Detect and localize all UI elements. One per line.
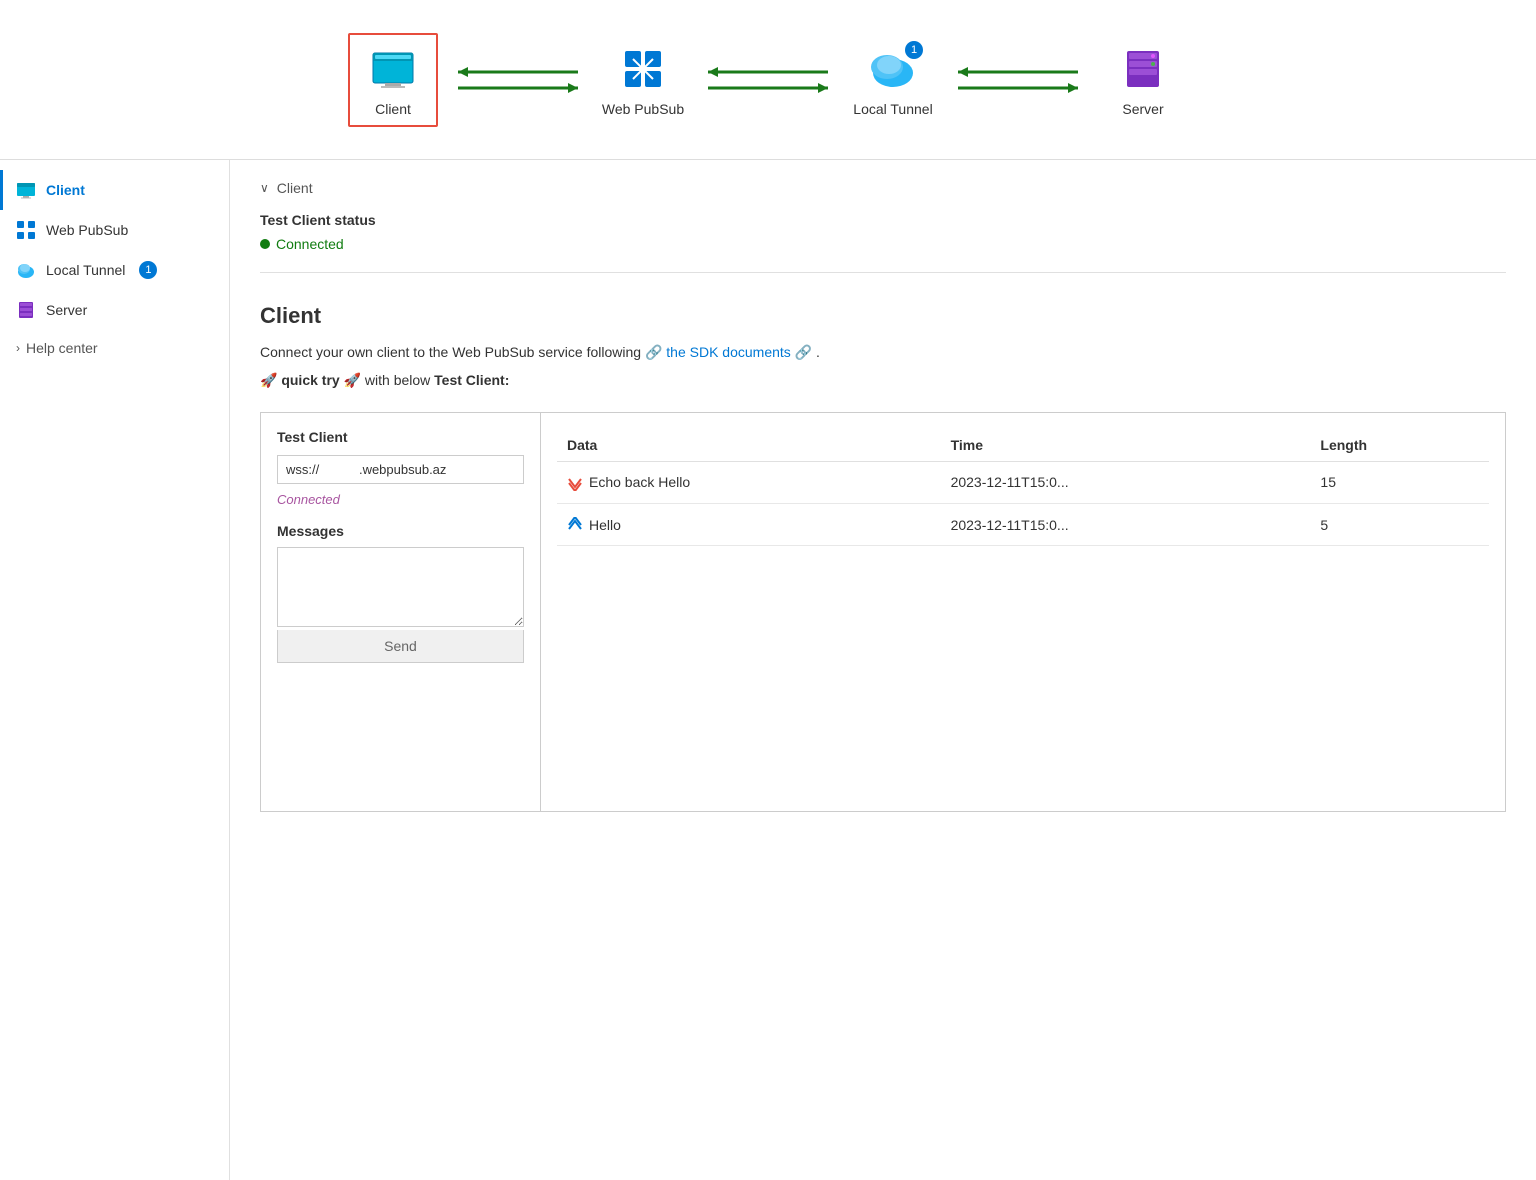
status-label: Test Client status (260, 212, 1506, 228)
desc-prefix: Connect your own client to the Web PubSu… (260, 344, 645, 360)
diagram-node-localtunnel[interactable]: 1 Local Tunnel (848, 43, 938, 117)
arrow-localtunnel-server (948, 60, 1088, 100)
table-cell-length: 5 (1310, 504, 1489, 546)
desc-line2-suffix: with below (365, 372, 434, 388)
client-icon (367, 43, 419, 95)
rocket-icon-1: 🚀 (260, 372, 277, 388)
main-layout: Client Web PubSub Local T (0, 160, 1536, 1180)
sidebar-item-client[interactable]: Client (0, 170, 229, 210)
diagram-client-label: Client (375, 101, 411, 117)
cell-data-text: Echo back Hello (589, 474, 690, 490)
section-chevron-icon: ∨ (260, 181, 269, 195)
test-client-panel: Test Client Connected Messages Send (261, 413, 541, 811)
desc-suffix: . (816, 344, 820, 360)
status-connected: Connected (260, 236, 1506, 252)
message-textarea[interactable] (277, 547, 524, 627)
table-cell-data: Echo back Hello (557, 461, 941, 503)
chain-icon-1: 🔗 (645, 344, 662, 360)
client-title: Client (260, 303, 1506, 329)
diagram-server-label: Server (1122, 101, 1163, 117)
sidebar-item-server[interactable]: Server (0, 290, 229, 330)
server-icon (1117, 43, 1169, 95)
sidebar-localtunnel-badge: 1 (139, 261, 157, 279)
quick-try-text: quick try (281, 372, 339, 388)
sidebar: Client Web PubSub Local T (0, 160, 230, 1180)
sidebar-webpubsub-label: Web PubSub (46, 222, 128, 238)
sidebar-item-webpubsub[interactable]: Web PubSub (0, 210, 229, 250)
sidebar-localtunnel-label: Local Tunnel (46, 262, 125, 278)
main-content: ∨ Client Test Client status Connected Cl… (230, 160, 1536, 1180)
sidebar-client-label: Client (46, 182, 85, 198)
test-client-bold: Test Client: (434, 372, 509, 388)
arrow-client-webpubsub (448, 60, 588, 100)
sidebar-webpubsub-icon (16, 220, 36, 240)
table-row: Echo back Hello 2023-12-11T15:0... 15 (557, 461, 1489, 503)
wss-input[interactable] (277, 455, 524, 484)
rocket-icon-2: 🚀 (344, 372, 361, 388)
diagram-area: Client Web PubSub (0, 0, 1536, 160)
data-panel: Data Time Length Echo back Hello 2023-12… (541, 413, 1505, 811)
sdk-link[interactable]: the SDK documents (666, 344, 791, 360)
section-label: Client (277, 180, 313, 196)
arrow-down-icon (567, 474, 589, 491)
webpubsub-icon (617, 43, 669, 95)
diagram-localtunnel-label: Local Tunnel (853, 101, 932, 117)
diagram-node-client[interactable]: Client (348, 33, 438, 127)
sidebar-help-center[interactable]: › Help center (0, 330, 229, 366)
diagram-node-server[interactable]: Server (1098, 43, 1188, 117)
cell-data-text: Hello (589, 517, 621, 533)
chevron-right-icon: › (16, 341, 20, 355)
sidebar-localtunnel-icon (16, 260, 36, 280)
sidebar-item-localtunnel[interactable]: Local Tunnel 1 (0, 250, 229, 290)
data-table: Data Time Length Echo back Hello 2023-12… (557, 429, 1489, 547)
arrow-up-icon (567, 516, 589, 533)
test-client-title: Test Client (277, 429, 524, 445)
status-dot (260, 239, 270, 249)
test-client-connected-status: Connected (277, 492, 524, 507)
table-cell-time: 2023-12-11T15:0... (941, 461, 1311, 503)
localtunnel-icon-wrapper: 1 (867, 43, 919, 95)
messages-label: Messages (277, 523, 524, 539)
client-section: Client Connect your own client to the We… (260, 293, 1506, 812)
table-cell-length: 15 (1310, 461, 1489, 503)
arrow-webpubsub-localtunnel (698, 60, 838, 100)
table-cell-time: 2023-12-11T15:0... (941, 504, 1311, 546)
col-time: Time (941, 429, 1311, 462)
help-center-label: Help center (26, 340, 98, 356)
localtunnel-badge: 1 (905, 41, 923, 59)
col-data: Data (557, 429, 941, 462)
sidebar-server-label: Server (46, 302, 87, 318)
col-length: Length (1310, 429, 1489, 462)
panel-container: Test Client Connected Messages Send Data… (260, 412, 1506, 812)
status-section: Test Client status Connected (260, 212, 1506, 273)
section-header[interactable]: ∨ Client (260, 180, 1506, 196)
table-row: Hello 2023-12-11T15:0... 5 (557, 504, 1489, 546)
client-description-1: Connect your own client to the Web PubSu… (260, 341, 1506, 363)
diagram-webpubsub-label: Web PubSub (602, 101, 684, 117)
sidebar-client-icon (16, 180, 36, 200)
send-button[interactable]: Send (277, 630, 524, 663)
status-text: Connected (276, 236, 344, 252)
table-cell-data: Hello (557, 504, 941, 546)
chain-icon-2: 🔗 (795, 344, 812, 360)
client-description-2: 🚀 quick try 🚀 with below Test Client: (260, 369, 1506, 391)
sidebar-server-icon (16, 300, 36, 320)
diagram-node-webpubsub[interactable]: Web PubSub (598, 43, 688, 117)
